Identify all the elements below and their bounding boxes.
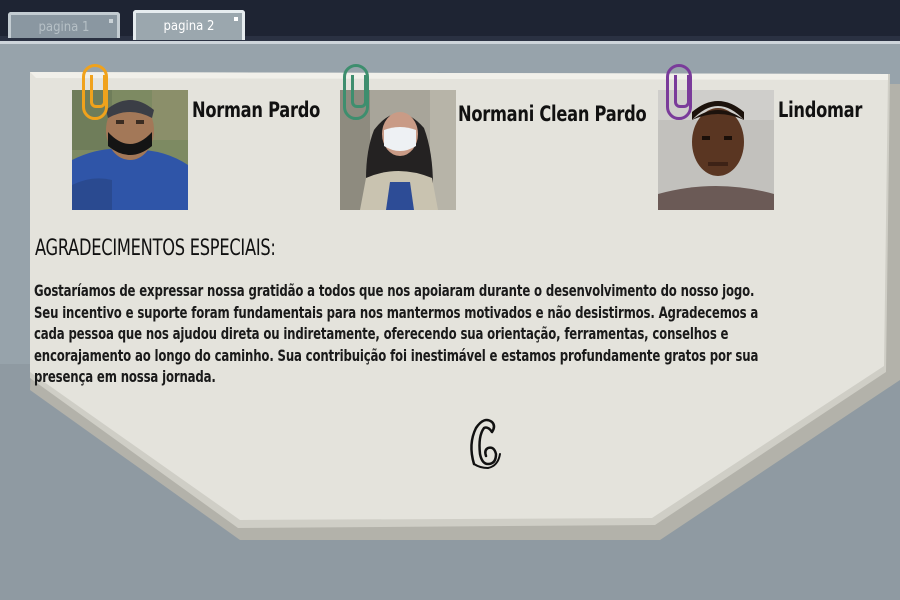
acknowledgements-line: Gostaríamos de expressar nossa gratidão …	[34, 281, 755, 300]
person-name: Norman Pardo	[192, 98, 320, 122]
acknowledgements-title: AGRADECIMENTOS ESPECIAIS:	[35, 236, 276, 261]
person-name: Lindomar	[778, 98, 863, 122]
paperclip-icon	[82, 64, 108, 120]
page-turn-icon[interactable]	[466, 414, 506, 474]
acknowledgements-line: cada pessoa que nos ajudou direta ou ind…	[34, 324, 729, 343]
paperclip-icon	[666, 64, 692, 120]
acknowledgements-line: Seu incentivo e suporte foram fundamenta…	[34, 302, 759, 322]
paperclip-icon	[343, 64, 369, 120]
acknowledgements-line: presença em nossa jornada.	[34, 367, 216, 386]
person-name: Normani Clean Pardo	[458, 102, 647, 126]
acknowledgements-line: encorajamento ao longo do caminho. Sua c…	[34, 345, 759, 365]
acknowledgements-text: Gostaríamos de expressar nossa gratidão …	[34, 280, 882, 388]
